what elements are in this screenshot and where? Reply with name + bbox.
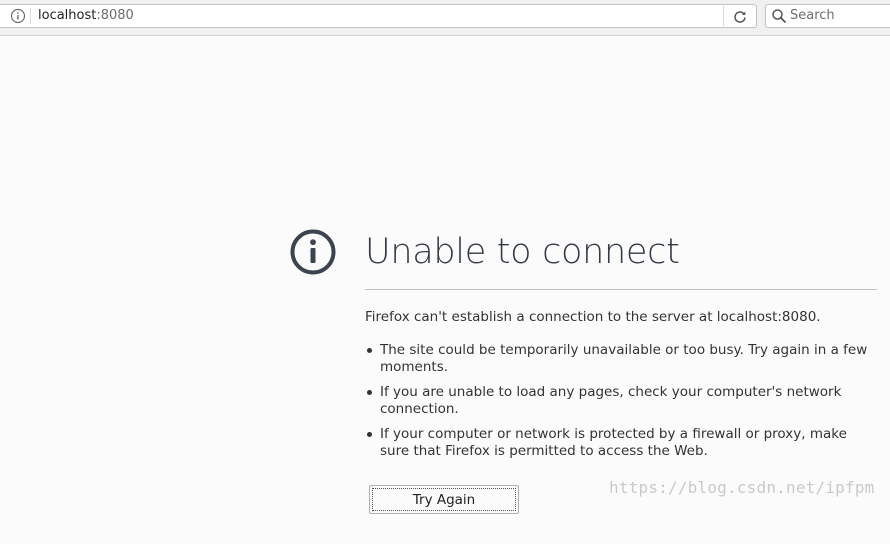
error-reasons-list: The site could be temporarily unavailabl… [365, 342, 877, 468]
error-description: Firefox can't establish a connection to … [365, 309, 821, 325]
try-again-button[interactable]: Try Again [369, 485, 519, 514]
reload-separator [723, 6, 724, 26]
reload-button[interactable] [727, 6, 753, 26]
reason-list-item: If you are unable to load any pages, che… [365, 384, 877, 418]
site-info-icon[interactable] [10, 8, 26, 24]
try-again-label: Try Again [372, 488, 516, 511]
page-title: Unable to connect [365, 232, 680, 272]
title-divider [365, 289, 877, 290]
url-port: :8080 [96, 8, 134, 23]
search-bar[interactable]: Search [765, 4, 890, 28]
url-separator [30, 8, 31, 24]
info-circle-icon [290, 229, 336, 275]
error-page: Unable to connect Firefox can't establis… [0, 36, 890, 544]
watermark: https://blog.csdn.net/ipfpm [609, 478, 875, 497]
reload-icon [733, 9, 747, 23]
search-placeholder: Search [790, 8, 835, 23]
navigation-toolbar: localhost:8080 Search [0, 0, 890, 36]
bullet-icon [367, 432, 372, 437]
url-host: localhost [38, 8, 97, 23]
reason-text: If your computer or network is protected… [380, 426, 847, 459]
reason-text: If you are unable to load any pages, che… [380, 384, 842, 417]
reason-list-item: The site could be temporarily unavailabl… [365, 342, 877, 376]
reason-list-item: If your computer or network is protected… [365, 426, 877, 460]
url-bar[interactable]: localhost:8080 [0, 4, 757, 28]
bullet-icon [367, 390, 372, 395]
reason-text: The site could be temporarily unavailabl… [380, 342, 868, 375]
url-text[interactable]: localhost:8080 [38, 8, 134, 24]
bullet-icon [367, 348, 372, 353]
search-icon[interactable] [771, 8, 787, 24]
